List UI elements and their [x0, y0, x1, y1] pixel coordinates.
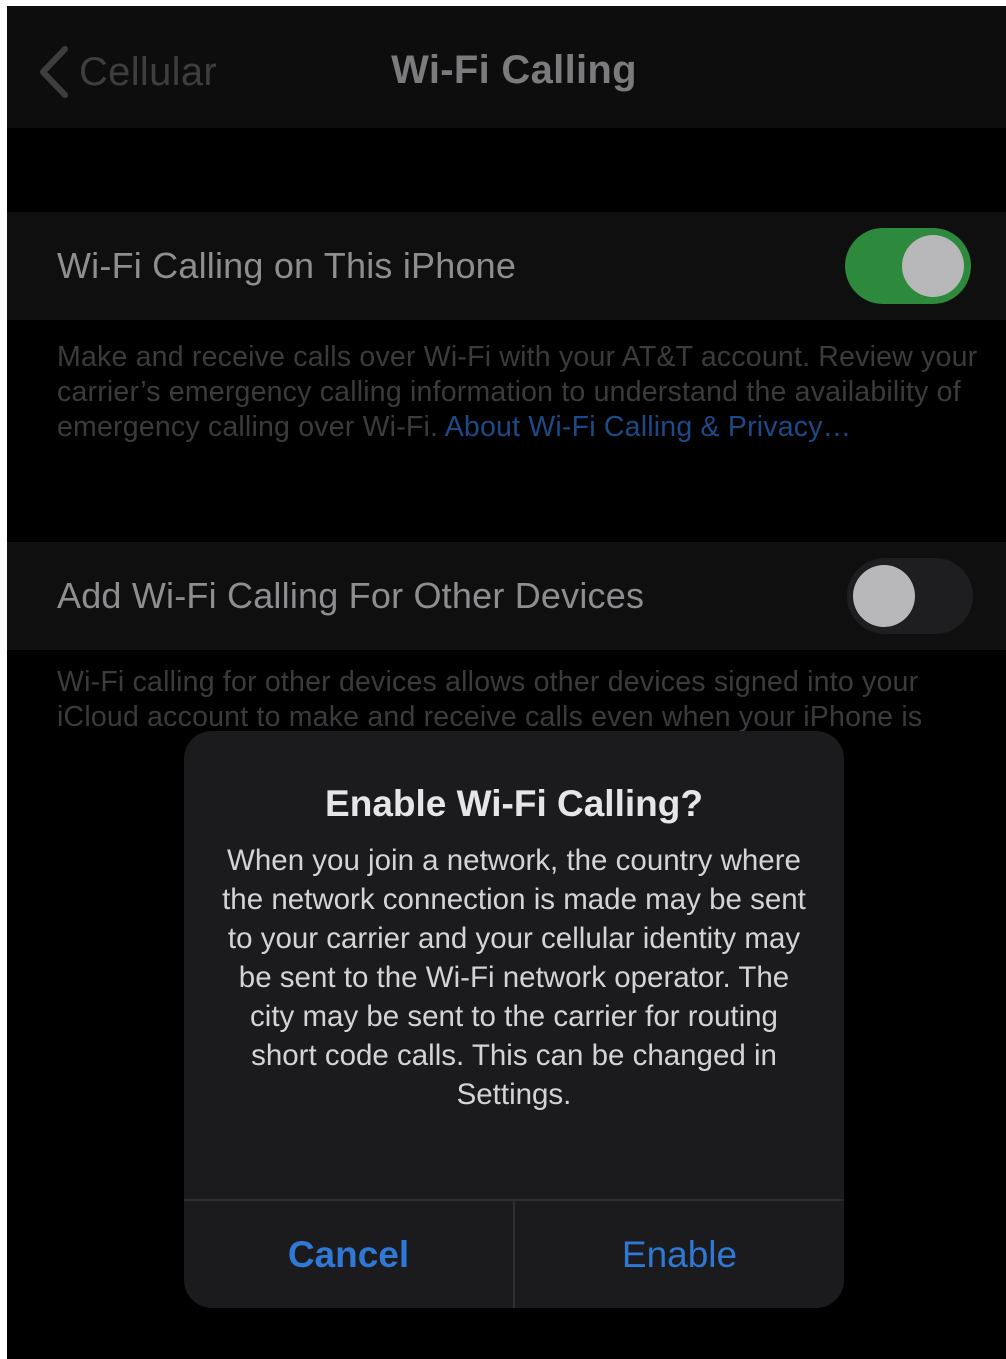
page-title: Wi-Fi Calling — [391, 48, 637, 92]
other-devices-footer: Wi-Fi calling for other devices allows o… — [57, 666, 923, 733]
about-wifi-calling-privacy-link[interactable]: About Wi-Fi Calling & Privacy… — [445, 411, 852, 443]
other-devices-toggle[interactable] — [847, 558, 973, 634]
other-devices-label: Add Wi-Fi Calling For Other Devices — [57, 575, 645, 616]
cancel-button[interactable]: Cancel — [184, 1201, 513, 1308]
settings-screen: Cellular Wi-Fi Calling Wi-Fi Calling on … — [7, 6, 1006, 1359]
navigation-bar: Cellular Wi-Fi Calling — [7, 6, 1006, 128]
alert-title: Enable Wi-Fi Calling? — [325, 783, 703, 824]
wifi-calling-label: Wi-Fi Calling on This iPhone — [57, 245, 517, 286]
wifi-calling-footer: Make and receive calls over Wi-Fi with y… — [57, 340, 987, 445]
wifi-calling-toggle[interactable] — [845, 228, 971, 304]
enable-wifi-calling-alert: Enable Wi-Fi Calling? When you join a ne… — [184, 731, 844, 1308]
toggle-knob — [853, 565, 915, 627]
enable-button[interactable]: Enable — [515, 1201, 844, 1308]
alert-message: When you join a network, the country whe… — [222, 844, 806, 1111]
toggle-knob — [902, 235, 964, 297]
